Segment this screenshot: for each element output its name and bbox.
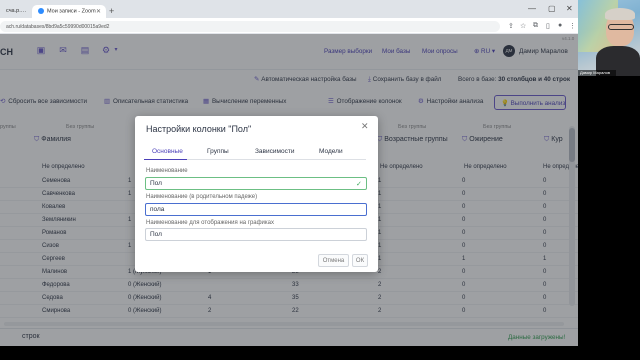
- browser-tab-bar: сча.р.… Мои записи - Zoom ✕ + — ▢ ✕: [0, 0, 578, 18]
- minimize-button[interactable]: —: [528, 4, 536, 13]
- column-settings-dialog: Настройки колонки "Пол" ✕ Основные Групп…: [135, 116, 378, 272]
- browser-tab-active[interactable]: Мои записи - Zoom ✕: [32, 5, 106, 18]
- address-bar: ach.ru/databases/8bd9a5c59990d00015a9ed2…: [0, 18, 578, 34]
- tab-label: Мои записи - Zoom: [47, 8, 96, 15]
- extensions-icon[interactable]: ⧉: [533, 22, 538, 30]
- profile-icon[interactable]: ●: [558, 22, 562, 29]
- ok-button[interactable]: ОК: [352, 254, 368, 267]
- video-letterbox-side: [578, 76, 640, 360]
- presenter-hair: [605, 8, 635, 20]
- webcam-video: Дамир Маралов: [578, 0, 640, 76]
- browser-menu-icon[interactable]: ⋮: [569, 22, 576, 30]
- active-tab-indicator: [144, 159, 187, 160]
- cancel-button[interactable]: Отмена: [318, 254, 349, 267]
- close-tab-icon[interactable]: ✕: [96, 8, 101, 15]
- close-window-button[interactable]: ✕: [566, 4, 573, 13]
- tab-general[interactable]: Основные: [152, 148, 183, 155]
- parent-case-field-label: Наименование (в родительном падеже): [146, 194, 258, 200]
- dialog-tabs: Основные Группы Зависимости Модели: [144, 144, 366, 160]
- tab-dependencies[interactable]: Зависимости: [255, 148, 294, 155]
- glasses-icon: [608, 24, 634, 30]
- tab-groups[interactable]: Группы: [207, 148, 229, 155]
- maximize-button[interactable]: ▢: [548, 4, 556, 13]
- dialog-title: Настройки колонки "Пол": [146, 124, 252, 134]
- bookmark-star-icon[interactable]: ☆: [520, 22, 526, 30]
- close-icon[interactable]: ✕: [361, 121, 369, 132]
- name-input[interactable]: [145, 177, 367, 190]
- video-letterbox-bottom: [0, 346, 578, 360]
- chart-name-field-label: Наименование для отображения на графиках: [146, 220, 275, 226]
- name-field-label: Наименование: [146, 168, 188, 174]
- tab-models[interactable]: Модели: [319, 148, 343, 155]
- browser-tab[interactable]: сча.р.…: [0, 5, 30, 18]
- sidebar-icon[interactable]: ▯: [546, 22, 550, 30]
- new-tab-button[interactable]: +: [109, 6, 114, 16]
- share-icon[interactable]: ⇪: [508, 22, 514, 30]
- tab-label: сча.р.…: [6, 8, 27, 14]
- parent-case-input[interactable]: [145, 203, 367, 216]
- zoom-favicon-icon: [38, 8, 44, 14]
- chart-name-input[interactable]: [145, 228, 367, 241]
- url-field[interactable]: ach.ru/databases/8bd9a5c59990d00015a9ed2: [0, 21, 500, 32]
- valid-check-icon: ✓: [356, 181, 362, 188]
